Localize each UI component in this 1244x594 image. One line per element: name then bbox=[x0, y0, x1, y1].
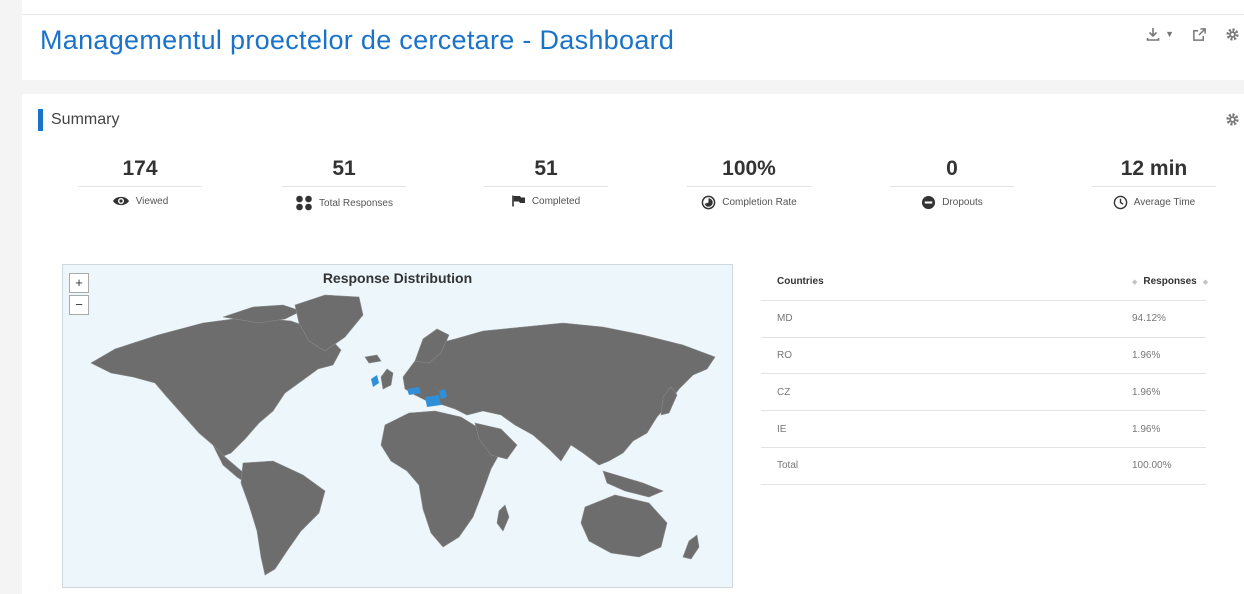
summary-settings-button[interactable] bbox=[1225, 112, 1240, 132]
header-divider bbox=[22, 14, 1244, 15]
country-cell: RO bbox=[777, 349, 792, 361]
gear-icon bbox=[1226, 113, 1239, 126]
stat-label-row: Completion Rate bbox=[687, 195, 811, 210]
stat-label: Dropouts bbox=[942, 197, 983, 208]
stat-label-row: Viewed bbox=[78, 195, 202, 207]
southeast-asia-islands bbox=[602, 470, 664, 498]
dots-grid-icon bbox=[296, 195, 312, 211]
stat-viewed: 174 Viewed bbox=[78, 154, 202, 207]
great-britain bbox=[380, 368, 394, 390]
stat-divider bbox=[687, 186, 811, 187]
stat-value: 51 bbox=[534, 157, 558, 180]
map-title: Response Distribution bbox=[322, 270, 473, 286]
countries-table: Countries ◆ Responses ◆ MD 94.12% RO 1.9… bbox=[761, 264, 1208, 485]
summary-heading: Summary bbox=[38, 109, 119, 131]
response-distribution-map[interactable]: Response Distribution + − bbox=[62, 264, 733, 588]
stat-divider bbox=[890, 186, 1014, 187]
stat-label-row: Average Time bbox=[1092, 195, 1216, 210]
summary-card: Summary 174 Viewed 51 Total Responses 51… bbox=[22, 94, 1244, 594]
south-america bbox=[240, 460, 326, 576]
left-gutter bbox=[0, 0, 22, 594]
country-cell: MD bbox=[777, 313, 793, 325]
stat-total-responses: 51 Total Responses bbox=[282, 154, 406, 211]
download-icon bbox=[1146, 28, 1160, 41]
stat-average-time: 12 min Average Time bbox=[1092, 154, 1216, 210]
summary-title: Summary bbox=[51, 111, 120, 128]
zoom-in-button[interactable]: + bbox=[69, 273, 89, 293]
flag-icon bbox=[512, 195, 525, 207]
stat-divider bbox=[484, 186, 608, 187]
stat-label: Viewed bbox=[135, 195, 169, 207]
stat-label-row: Completed bbox=[484, 195, 608, 207]
country-cell: CZ bbox=[777, 386, 791, 398]
chevron-down-icon: ▼ bbox=[1165, 29, 1174, 39]
stat-dropouts: 0 Dropouts bbox=[890, 154, 1014, 210]
madagascar bbox=[496, 504, 510, 532]
highlight-ireland bbox=[371, 375, 379, 387]
minus-circle-icon bbox=[922, 195, 936, 210]
country-cell: Total bbox=[777, 460, 799, 472]
sort-icon[interactable]: ◆ bbox=[1132, 278, 1137, 286]
sort-icon[interactable]: ◆ bbox=[1203, 278, 1208, 286]
column-header-responses-cell[interactable]: ◆ Responses ◆ bbox=[1116, 276, 1208, 288]
column-header-responses: Responses bbox=[1143, 276, 1197, 288]
stat-completed: 51 Completed bbox=[484, 154, 608, 207]
world-map bbox=[90, 294, 716, 576]
responses-cell: 1.96% bbox=[1132, 386, 1161, 398]
north-america bbox=[90, 316, 342, 458]
pie-icon bbox=[701, 195, 716, 210]
stat-label-row: Dropouts bbox=[890, 195, 1014, 210]
responses-cell: 94.12% bbox=[1132, 313, 1166, 325]
stat-label: Completed bbox=[531, 195, 581, 207]
responses-cell: 1.96% bbox=[1132, 349, 1161, 361]
stat-value: 174 bbox=[122, 157, 158, 180]
dashboard-header: Managementul proectelor de cercetare - D… bbox=[22, 0, 1244, 80]
settings-button[interactable] bbox=[1225, 27, 1240, 42]
share-icon bbox=[1193, 27, 1206, 41]
eye-icon bbox=[112, 196, 129, 206]
zoom-out-button[interactable]: − bbox=[69, 295, 89, 315]
australia bbox=[580, 494, 668, 558]
summary-accent-bar bbox=[38, 109, 43, 131]
gear-icon bbox=[1226, 27, 1239, 41]
table-total-row: Total 100.00% bbox=[761, 448, 1206, 485]
column-header-countries[interactable]: Countries bbox=[761, 276, 1116, 287]
responses-cell: 100.00% bbox=[1132, 460, 1172, 472]
table-row: MD 94.12% bbox=[761, 301, 1206, 338]
table-row: RO 1.96% bbox=[761, 338, 1206, 375]
share-button[interactable] bbox=[1192, 27, 1207, 42]
table-row: IE 1.96% bbox=[761, 411, 1206, 448]
stat-value: 0 bbox=[946, 157, 958, 180]
stat-divider bbox=[1092, 186, 1216, 187]
stat-label: Average Time bbox=[1133, 197, 1196, 208]
stat-divider bbox=[78, 186, 202, 187]
stat-label: Completion Rate bbox=[722, 197, 797, 208]
stat-value: 51 bbox=[332, 157, 356, 180]
stat-divider bbox=[282, 186, 406, 187]
table-header-row: Countries ◆ Responses ◆ bbox=[761, 264, 1208, 301]
iceland bbox=[364, 354, 382, 364]
table-row: CZ 1.96% bbox=[761, 374, 1206, 412]
new-zealand bbox=[682, 534, 700, 560]
highlight-romania bbox=[425, 395, 441, 407]
stat-label: Total Responses bbox=[319, 197, 393, 209]
responses-cell: 1.96% bbox=[1132, 423, 1161, 435]
stat-completion-rate: 100% Completion Rate bbox=[687, 154, 811, 210]
stat-value: 100% bbox=[722, 157, 776, 180]
stat-label-row: Total Responses bbox=[282, 195, 406, 211]
clock-icon bbox=[1113, 195, 1128, 210]
country-cell: IE bbox=[777, 423, 787, 435]
export-button[interactable]: ▼ bbox=[1145, 26, 1174, 42]
header-actions: ▼ bbox=[1145, 26, 1240, 42]
stat-value: 12 min bbox=[1120, 157, 1188, 180]
page-title: Managementul proectelor de cercetare - D… bbox=[40, 25, 675, 55]
